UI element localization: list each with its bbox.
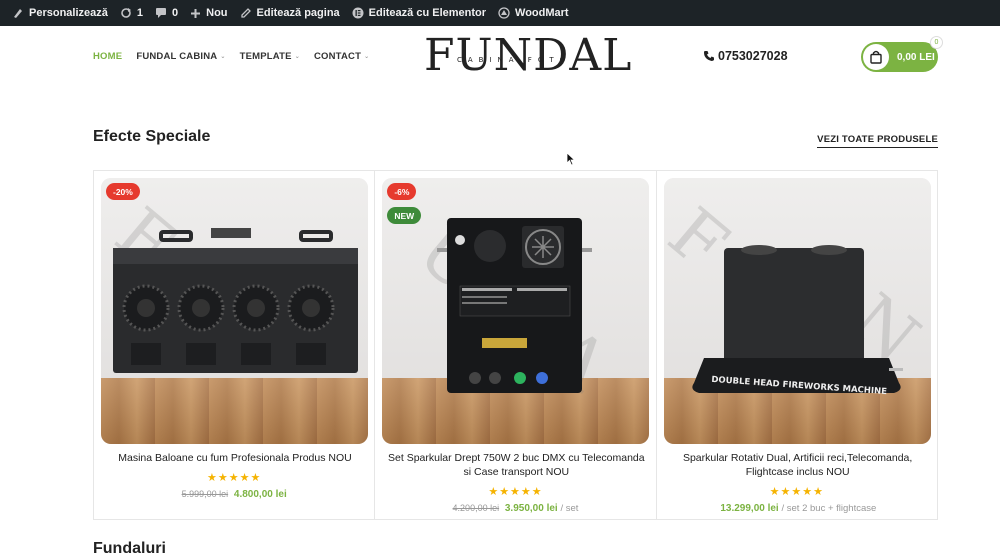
cart-count-badge: 0 (930, 36, 943, 49)
cart-button[interactable]: 0,00 LEI 0 (861, 36, 943, 72)
nav-item-label: HOME (93, 51, 123, 62)
price-unit: / set 2 buc + flightcase (781, 503, 877, 514)
mouse-cursor-icon (566, 152, 576, 166)
admin-edit-page-label: Editează pagina (256, 7, 340, 19)
phone-link[interactable]: 0753027028 (703, 49, 788, 63)
site-logo[interactable]: FUNDAL CABINA FOTO (424, 30, 631, 82)
product-price: 5.999,00 lei 4.800,00 lei (94, 489, 374, 500)
view-all-products-link[interactable]: VEZI TOATE PRODUSELE (817, 134, 938, 148)
admin-customize[interactable]: Personalizează (6, 0, 114, 26)
product-card[interactable]: F D -20% Mas (94, 171, 376, 519)
phone-icon (704, 51, 714, 61)
comment-icon (156, 8, 166, 18)
sale-badge: -6% (387, 183, 417, 200)
logo-sub-text: CABINA FOTO (457, 56, 572, 64)
admin-woodmart[interactable]: WoodMart (492, 0, 575, 26)
plus-icon (191, 8, 201, 18)
shopping-bag-icon (870, 50, 882, 64)
nav-item-label: FUNDAL CABINA (136, 51, 218, 62)
current-price: 3.950,00 lei (504, 503, 558, 514)
chevron-down-icon: ⌄ (364, 54, 370, 60)
comments-count: 0 (172, 7, 179, 19)
cart-icon-wrap (863, 44, 889, 70)
cart-total: 0,00 LEI (897, 51, 935, 63)
old-price: 4.200,00 lei (452, 503, 500, 513)
rating-stars: ★★★★★ (488, 486, 543, 498)
product-image[interactable]: F D -20% (101, 178, 368, 444)
main-nav: HOME FUNDAL CABINA ⌄ TEMPLATE ⌄ CONTACT … (93, 51, 383, 62)
brush-icon (14, 9, 22, 18)
admin-customize-label: Personalizează (29, 7, 108, 19)
nav-item-label: CONTACT (313, 51, 362, 62)
refresh-icon (121, 8, 131, 18)
price-unit: / set (560, 503, 579, 514)
smoke-machine-icon (113, 228, 358, 373)
admin-new[interactable]: Nou (184, 0, 233, 26)
rotating-sparkular-icon: DOUBLE HEAD FIREWORKS MACHINE (691, 245, 903, 397)
product-image[interactable]: F N DOUBLE HEAD FIREWORKS MACHINE (663, 178, 931, 444)
nav-item-contact[interactable]: CONTACT ⌄ (314, 51, 369, 62)
admin-edit-page[interactable]: Editează pagina (234, 0, 346, 26)
site-header: HOME FUNDAL CABINA ⌄ TEMPLATE ⌄ CONTACT … (0, 26, 1000, 90)
product-grid: F D -20% Mas (93, 170, 938, 520)
elementor-icon (352, 7, 364, 19)
nav-item-template[interactable]: TEMPLATE ⌄ (240, 51, 300, 62)
rating-stars: ★★★★★ (769, 486, 824, 498)
section-title: Efecte Speciale (93, 128, 211, 145)
chevron-down-icon: ⌄ (294, 54, 300, 60)
current-price: 4.800,00 lei (233, 489, 287, 500)
nav-item-label: TEMPLATE (239, 51, 292, 62)
product-price: 4.200,00 lei 3.950,00 lei / set (375, 503, 655, 514)
admin-new-label: Nou (206, 7, 228, 19)
old-price: 5.999,00 lei (181, 489, 229, 499)
spark-machine-icon (437, 218, 593, 393)
sale-badge: -20% (106, 183, 140, 200)
updates-count: 1 (136, 7, 143, 19)
product-title[interactable]: Set Sparkular Drept 750W 2 buc DMX cu Te… (385, 451, 647, 479)
woodmart-icon (498, 7, 510, 19)
admin-woodmart-label: WoodMart (515, 7, 569, 19)
admin-updates[interactable]: 1 (114, 0, 149, 26)
wp-admin-bar: Personalizează 1 0 Nou Editează pagina E… (0, 0, 1000, 26)
admin-edit-elementor-label: Editează cu Elementor (368, 7, 487, 19)
product-price: 13.299,00 lei / set 2 buc + flightcase (657, 503, 937, 514)
phone-number: 0753027028 (718, 49, 788, 63)
product-title[interactable]: Masina Baloane cu fum Profesionala Produ… (104, 451, 366, 465)
pencil-icon (240, 8, 251, 18)
admin-edit-elementor[interactable]: Editează cu Elementor (346, 0, 492, 26)
new-badge: NEW (387, 207, 422, 224)
current-price: 13.299,00 lei (720, 503, 779, 514)
section-title-fundaluri: Fundaluri (93, 540, 166, 557)
product-image[interactable]: U A -6% (382, 178, 650, 444)
rating-stars: ★★★★★ (207, 472, 262, 484)
product-card[interactable]: F N DOUBLE HEAD FIREWORKS MACHINE Sparku… (657, 171, 937, 519)
product-title[interactable]: Sparkular Rotativ Dual, Artificii reci,T… (667, 451, 929, 479)
nav-item-home[interactable]: HOME (93, 51, 122, 62)
product-card[interactable]: U A -6% (375, 171, 657, 519)
chevron-down-icon: ⌄ (220, 54, 226, 60)
nav-item-fundal-cabina[interactable]: FUNDAL CABINA ⌄ (136, 51, 225, 62)
admin-comments[interactable]: 0 (149, 0, 184, 26)
